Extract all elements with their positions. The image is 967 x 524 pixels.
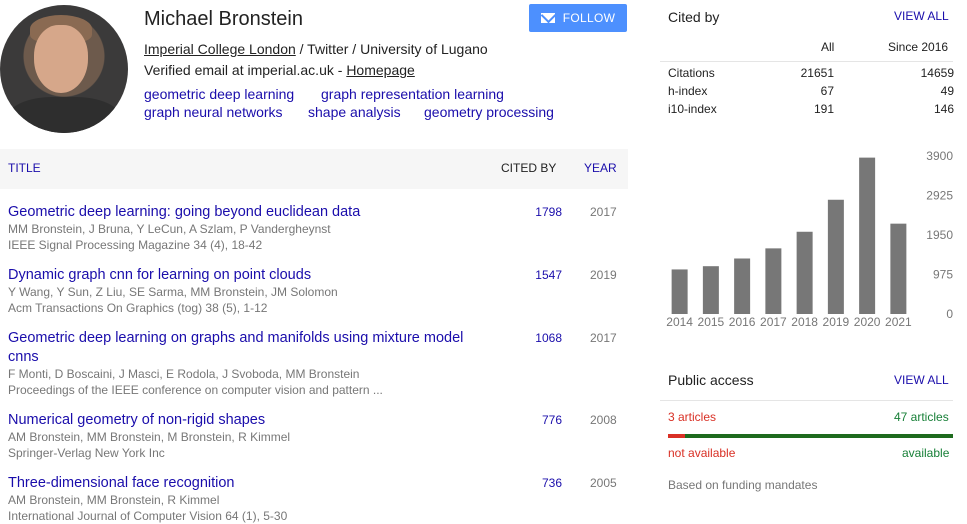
public-access-bar: [668, 434, 953, 438]
paper-title-link[interactable]: Geometric deep learning on graphs and ma…: [8, 329, 478, 367]
public-access-view-all-link[interactable]: VIEW ALL: [894, 373, 949, 387]
x-tick-label: 2020: [854, 315, 881, 329]
paper-venue: Proceedings of the IEEE conference on co…: [8, 383, 383, 397]
cited-count-link[interactable]: 776: [542, 413, 562, 427]
not-available-fill: [668, 434, 686, 438]
cited-by-header[interactable]: CITED BY: [501, 161, 556, 175]
paper-venue: IEEE Signal Processing Magazine 34 (4), …: [8, 238, 263, 252]
chart-bar[interactable]: [702, 266, 719, 314]
stat-all: 191: [813, 102, 834, 116]
stat-since: 14659: [920, 66, 954, 80]
cited-count-link[interactable]: 1798: [535, 205, 562, 219]
y-tick-label: 3900: [926, 149, 953, 163]
paper-title-link[interactable]: Geometric deep learning: going beyond eu…: [8, 203, 478, 222]
affiliation: Imperial College London / Twitter / Univ…: [144, 41, 488, 57]
follow-label: FOLLOW: [562, 11, 616, 25]
cited-count-link[interactable]: 1547: [535, 268, 562, 282]
stat-label: Citations: [668, 66, 715, 80]
interest-link[interactable]: graph representation learning: [321, 86, 504, 102]
paper-title-link[interactable]: Three-dimensional face recognition: [8, 474, 478, 493]
verified-text: Verified email at imperial.ac.uk -: [144, 62, 347, 78]
x-tick-label: 2017: [760, 315, 787, 329]
paper-venue: Springer-Verlag New York Inc: [8, 446, 165, 460]
avatar-face: [34, 25, 88, 93]
cited-by-title: Cited by: [668, 9, 720, 25]
chart-bar[interactable]: [765, 248, 782, 314]
avatar-shirt: [8, 97, 120, 133]
paper-authors: Y Wang, Y Sun, Z Liu, SE Sarma, MM Brons…: [8, 285, 338, 299]
affiliation-link[interactable]: Imperial College London: [144, 41, 296, 57]
paper-authors: F Monti, D Boscaini, J Masci, E Rodola, …: [8, 367, 360, 381]
verified-email: Verified email at imperial.ac.uk - Homep…: [144, 62, 415, 78]
cited-count-link[interactable]: 736: [542, 476, 562, 490]
public-access-title: Public access: [668, 372, 754, 388]
paper-year: 2005: [590, 476, 617, 490]
chart-bar[interactable]: [671, 269, 688, 314]
stat-all: 21651: [800, 66, 834, 80]
paper-authors: MM Bronstein, J Bruna, Y LeCun, A Szlam,…: [8, 222, 331, 236]
stat-since: 146: [933, 102, 954, 116]
interest-link[interactable]: geometric deep learning: [144, 86, 294, 102]
chart-bar[interactable]: [734, 258, 751, 314]
sort-year-header[interactable]: YEAR: [584, 161, 617, 175]
x-tick-label: 2021: [885, 315, 912, 329]
cited-by-view-all-link[interactable]: VIEW ALL: [894, 9, 949, 23]
paper-authors: AM Bronstein, MM Bronstein, R Kimmel: [8, 493, 220, 507]
citations-bar-chart: 2014 2015 2016 2017 2018 2019 2020 2021 3900 2925…: [666, 149, 953, 329]
affiliation-rest: / Twitter / University of Lugano: [295, 41, 488, 57]
interest-link[interactable]: graph neural networks: [144, 104, 283, 120]
x-tick-label: 2019: [823, 315, 850, 329]
available-label: available: [902, 446, 950, 460]
cited-count-link[interactable]: 1068: [535, 331, 562, 345]
follow-button[interactable]: FOLLOW: [529, 4, 627, 32]
not-available-count[interactable]: 3 articles: [668, 410, 716, 424]
y-tick-label: 1950: [926, 228, 953, 242]
y-tick-label: 0: [946, 307, 953, 321]
paper-year: 2008: [590, 413, 617, 427]
paper-authors: AM Bronstein, MM Bronstein, M Bronstein,…: [8, 430, 291, 444]
divider: [660, 400, 953, 401]
paper-title-link[interactable]: Numerical geometry of non-rigid shapes: [8, 411, 478, 430]
chart-bar[interactable]: [859, 157, 876, 314]
chart-bar[interactable]: [890, 223, 907, 314]
interest-link[interactable]: geometry processing: [424, 104, 554, 120]
stat-since: 49: [940, 84, 954, 98]
chart-bar[interactable]: [796, 231, 813, 314]
stat-all: 67: [820, 84, 834, 98]
stat-label: h-index: [668, 84, 708, 98]
stats-col-since: Since 2016: [888, 40, 949, 54]
mail-icon: [540, 13, 555, 23]
not-available-label: not available: [668, 446, 736, 460]
paper-year: 2019: [590, 268, 617, 282]
available-count[interactable]: 47 articles: [894, 410, 949, 424]
stat-label: i10-index: [668, 102, 717, 116]
divider: [660, 61, 953, 62]
y-tick-label: 2925: [926, 189, 953, 203]
paper-year: 2017: [590, 205, 617, 219]
profile-photo: [0, 5, 128, 133]
paper-title-link[interactable]: Dynamic graph cnn for learning on point …: [8, 266, 478, 285]
funding-mandates-note: Based on funding mandates: [668, 478, 818, 492]
paper-venue: Acm Transactions On Graphics (tog) 38 (5…: [8, 301, 268, 315]
homepage-link[interactable]: Homepage: [346, 62, 415, 78]
profile-name: Michael Bronstein: [144, 8, 303, 30]
x-tick-label: 2018: [791, 315, 818, 329]
paper-year: 2017: [590, 331, 617, 345]
interest-link[interactable]: shape analysis: [308, 104, 401, 120]
x-tick-label: 2015: [698, 315, 725, 329]
paper-venue: International Journal of Computer Vision…: [8, 509, 288, 523]
x-tick-label: 2016: [729, 315, 756, 329]
stats-col-all: All: [821, 40, 835, 54]
chart-bar[interactable]: [827, 199, 844, 314]
x-tick-label: 2014: [666, 315, 693, 329]
sort-title-header[interactable]: TITLE: [8, 161, 41, 175]
y-tick-label: 975: [933, 268, 953, 282]
